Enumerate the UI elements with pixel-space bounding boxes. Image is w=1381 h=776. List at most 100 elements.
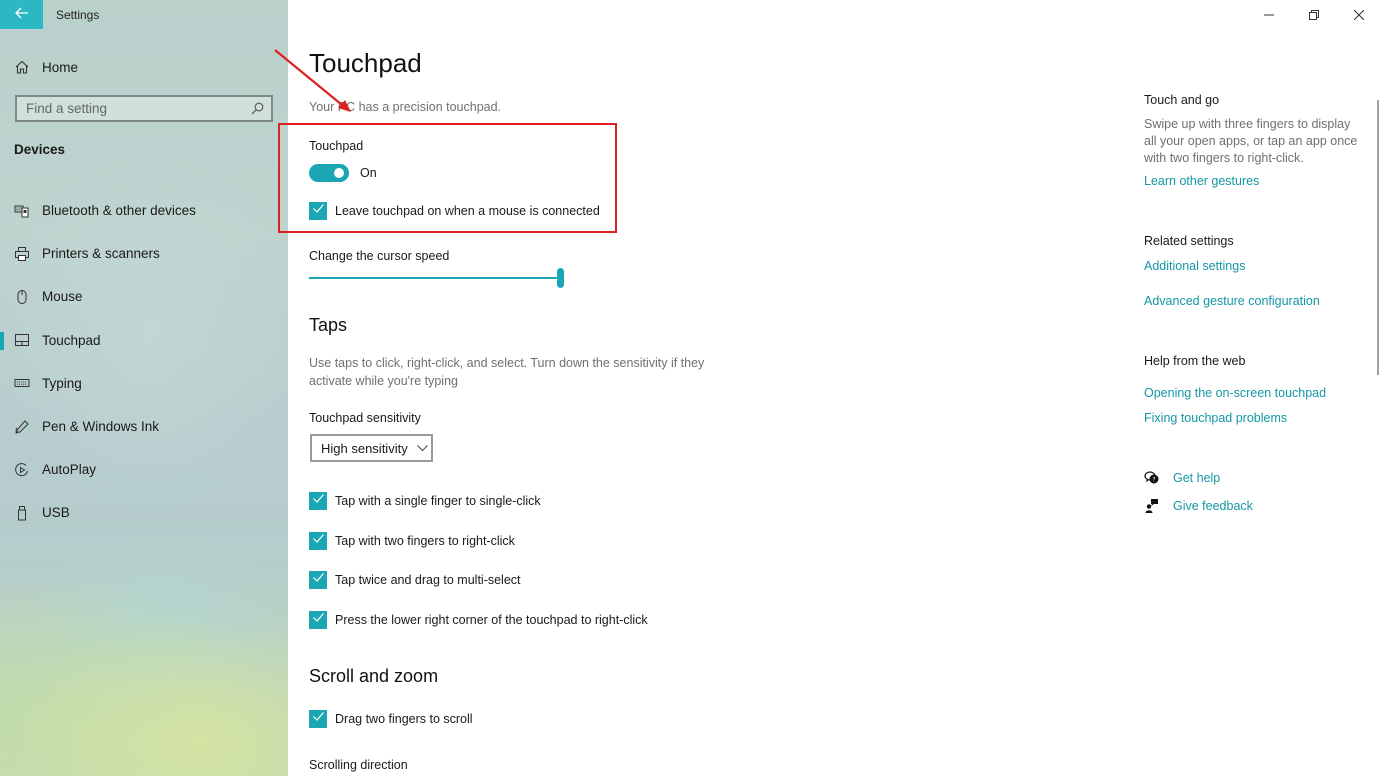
bluetooth-devices-icon xyxy=(14,203,30,219)
minimize-button[interactable] xyxy=(1246,0,1291,30)
give-feedback-label: Give feedback xyxy=(1173,499,1253,513)
sidebar-item-label: Mouse xyxy=(42,289,83,305)
mouse-icon xyxy=(14,289,30,305)
main-content: Touchpad Your PC has a precision touchpa… xyxy=(278,0,1381,776)
drag-two-fingers-scroll-checkbox[interactable]: Drag two fingers to scroll xyxy=(309,710,473,728)
close-button[interactable] xyxy=(1336,0,1381,30)
dropdown-value: High sensitivity xyxy=(321,440,408,456)
checkmark-icon xyxy=(312,571,325,589)
sidebar-item-pen[interactable]: Pen & Windows Ink xyxy=(0,405,288,448)
sidebar: Settings Home Devices Bluetooth & other … xyxy=(0,0,288,776)
checkmark-icon xyxy=(312,710,325,728)
learn-other-gestures-link[interactable]: Learn other gestures xyxy=(1144,174,1259,188)
slider-thumb[interactable] xyxy=(557,268,564,288)
usb-icon xyxy=(14,505,30,521)
sidebar-group-title: Devices xyxy=(14,142,66,157)
close-icon xyxy=(1353,7,1364,23)
slider-fill xyxy=(309,277,561,279)
cursor-speed-slider[interactable] xyxy=(309,268,564,288)
on-screen-touchpad-link[interactable]: Opening the on-screen touchpad xyxy=(1144,386,1326,400)
autoplay-icon xyxy=(14,462,30,478)
taps-section-title: Taps xyxy=(309,315,348,335)
checkbox[interactable] xyxy=(309,611,327,629)
related-settings-title: Related settings xyxy=(1144,234,1234,248)
search-box xyxy=(15,95,273,122)
sidebar-item-typing[interactable]: Typing xyxy=(0,362,288,405)
sidebar-nav: Bluetooth & other devices Printers & sca… xyxy=(0,189,288,535)
restore-icon xyxy=(1308,7,1319,23)
checkmark-icon xyxy=(312,492,325,510)
scrolling-direction-label: Scrolling direction xyxy=(309,758,408,772)
touchpad-toggle-label: Touchpad xyxy=(309,139,364,153)
advanced-gesture-configuration-link[interactable]: Advanced gesture configuration xyxy=(1144,294,1320,308)
sidebar-item-bluetooth[interactable]: Bluetooth & other devices xyxy=(0,189,288,232)
feedback-icon xyxy=(1144,498,1160,514)
cursor-speed-label: Change the cursor speed xyxy=(309,249,450,263)
checkbox-label: Tap with a single finger to single-click xyxy=(335,494,541,508)
checkbox-label: Tap twice and drag to multi-select xyxy=(335,573,521,587)
checkbox[interactable] xyxy=(309,710,327,728)
sidebar-item-label: AutoPlay xyxy=(42,462,97,478)
tap-twice-drag-checkbox[interactable]: Tap twice and drag to multi-select xyxy=(309,571,521,589)
touch-and-go-text: Swipe up with three fingers to display a… xyxy=(1144,117,1358,165)
sidebar-item-label: Home xyxy=(42,59,79,75)
checkbox[interactable] xyxy=(309,532,327,550)
sensitivity-label: Touchpad sensitivity xyxy=(309,411,421,425)
home-icon xyxy=(14,59,30,75)
sidebar-item-label: Printers & scanners xyxy=(42,246,160,262)
chevron-down-icon xyxy=(416,444,428,452)
touchpad-icon xyxy=(14,332,30,348)
restore-button[interactable] xyxy=(1291,0,1336,30)
checkbox-label: Press the lower right corner of the touc… xyxy=(335,613,648,627)
sidebar-item-label: Typing xyxy=(42,375,82,391)
sidebar-item-touchpad[interactable]: Touchpad xyxy=(0,319,288,362)
back-arrow-icon xyxy=(14,6,29,23)
checkmark-icon xyxy=(312,202,325,220)
search-icon[interactable] xyxy=(251,102,264,115)
checkbox[interactable] xyxy=(309,492,327,510)
checkbox-label: Tap with two fingers to right-click xyxy=(335,534,515,548)
toggle-switch[interactable] xyxy=(309,164,349,182)
toggle-state: On xyxy=(360,166,377,180)
sidebar-item-label: Pen & Windows Ink xyxy=(42,419,160,435)
page-subtitle: Your PC has a precision touchpad. xyxy=(309,100,502,114)
scrollbar[interactable] xyxy=(1377,100,1379,375)
help-from-web-title: Help from the web xyxy=(1144,354,1246,368)
checkbox[interactable] xyxy=(309,571,327,589)
pen-icon xyxy=(14,419,30,435)
search-input[interactable] xyxy=(26,101,236,116)
printer-icon xyxy=(14,246,30,262)
additional-settings-link[interactable]: Additional settings xyxy=(1144,259,1245,273)
scroll-zoom-section-title: Scroll and zoom xyxy=(309,666,439,686)
sidebar-item-home[interactable]: Home xyxy=(0,54,288,80)
sidebar-item-label: Bluetooth & other devices xyxy=(42,203,196,219)
tap-single-finger-checkbox[interactable]: Tap with a single finger to single-click xyxy=(309,492,541,510)
checkmark-icon xyxy=(312,611,325,629)
fixing-touchpad-problems-link[interactable]: Fixing touchpad problems xyxy=(1144,411,1287,425)
lower-right-corner-checkbox[interactable]: Press the lower right corner of the touc… xyxy=(309,611,648,629)
svg-text:?: ? xyxy=(1152,477,1155,484)
get-help-icon: ? xyxy=(1144,470,1160,486)
touchpad-toggle[interactable]: On xyxy=(309,164,377,182)
sidebar-item-label: Touchpad xyxy=(42,332,101,348)
leave-touchpad-on-checkbox[interactable]: Leave touchpad on when a mouse is connec… xyxy=(309,202,600,220)
window-controls xyxy=(1246,0,1381,30)
checkbox-label: Drag two fingers to scroll xyxy=(335,712,473,726)
app-title: Settings xyxy=(56,8,100,22)
sidebar-item-autoplay[interactable]: AutoPlay xyxy=(0,448,288,491)
back-button[interactable] xyxy=(0,0,43,29)
sidebar-item-printers[interactable]: Printers & scanners xyxy=(0,232,288,275)
minimize-icon xyxy=(1263,7,1274,23)
get-help-label: Get help xyxy=(1173,471,1221,485)
give-feedback-link[interactable]: Give feedback xyxy=(1144,498,1253,514)
checkbox[interactable] xyxy=(309,202,327,220)
sidebar-item-mouse[interactable]: Mouse xyxy=(0,275,288,318)
tap-two-fingers-checkbox[interactable]: Tap with two fingers to right-click xyxy=(309,532,515,550)
checkmark-icon xyxy=(312,532,325,550)
sensitivity-dropdown[interactable]: High sensitivity xyxy=(310,434,433,462)
sidebar-item-label: USB xyxy=(42,505,70,521)
get-help-link[interactable]: ? Get help xyxy=(1144,470,1220,486)
keyboard-icon xyxy=(14,375,30,391)
touch-and-go-title: Touch and go xyxy=(1144,93,1220,107)
sidebar-item-usb[interactable]: USB xyxy=(0,491,288,534)
